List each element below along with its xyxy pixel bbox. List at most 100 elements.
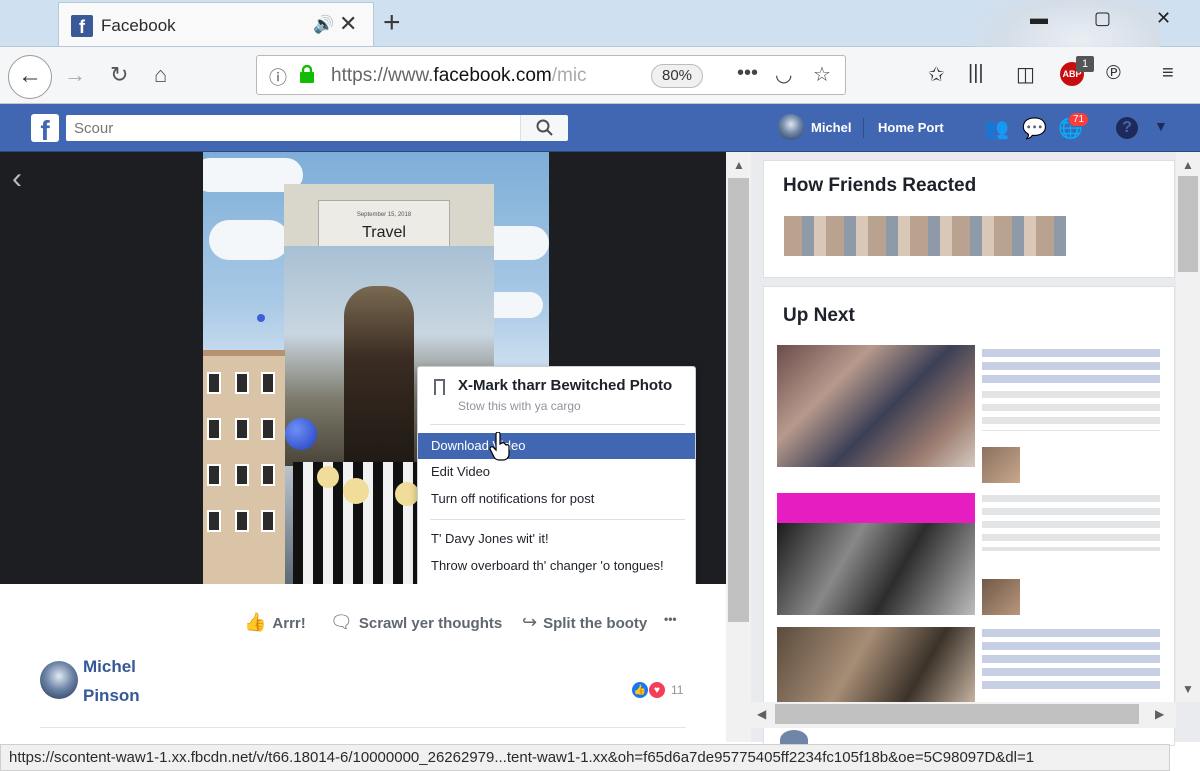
sidebar-icon[interactable]: ◫ [1016,62,1035,87]
delete-item[interactable]: T' Davy Jones wit' it! [418,526,695,552]
home-link[interactable]: Home Port [878,120,944,135]
window [261,418,275,440]
zoom-level-button[interactable]: 80% [651,64,703,88]
scrollbar-thumb[interactable] [728,178,749,622]
yellow-light [343,478,369,504]
scroll-up-arrow-icon[interactable]: ▲ [1182,158,1194,172]
cloud [209,220,289,260]
love-reaction-icon[interactable]: ♥ [648,681,666,699]
maximize-icon[interactable]: ▢ [1094,8,1111,29]
yellow-light [317,466,339,488]
up-next-thumbnail[interactable] [777,523,975,615]
facebook-header: f [0,104,1200,152]
share-button[interactable]: ↪ Split the booty [522,612,647,633]
search-input[interactable] [66,115,520,141]
post-divider [40,727,686,728]
bookmarks-toolbar-icon[interactable]: ✩ [928,62,945,87]
up-next-card: Up Next [763,286,1175,746]
author-name-first[interactable]: Michel [83,657,136,677]
library-icon[interactable]: ||| [968,62,984,85]
back-button[interactable]: ← [8,55,52,99]
more-options-button[interactable]: ••• [664,612,677,626]
horizontal-scrollbar[interactable]: ◀ ▶ [751,702,1176,728]
adblock-count-badge: 1 [1076,56,1094,72]
up-next-thumbnail-banner[interactable] [777,493,975,523]
scroll-up-arrow-icon[interactable]: ▲ [733,158,745,172]
window [261,510,275,532]
reaction-count[interactable]: 11 [671,683,683,697]
reacted-friends-avatars[interactable] [784,216,1066,256]
page-actions-icon[interactable]: ••• [737,62,758,85]
speaker-icon[interactable]: 🔊 [313,15,334,35]
friend-requests-icon[interactable]: 👥 [984,116,1009,141]
up-next-title-blurred[interactable] [982,349,1160,383]
account-menu-chevron-down-icon[interactable]: ▼ [1154,118,1168,134]
previous-photo-chevron-left-icon[interactable]: ‹ [12,162,22,196]
friends-reacted-card: How Friends Reacted [763,160,1175,278]
facebook-favicon-icon: f [71,15,93,37]
bookmark-star-icon[interactable]: ☆ [813,62,831,87]
menu-divider [430,424,685,425]
translation-toggle-item[interactable]: Throw overboard th' changer 'o tongues! [418,553,695,579]
menu-hamburger-icon[interactable]: ≡ [1162,62,1174,85]
window [235,510,249,532]
up-next-title: Up Next [783,305,855,326]
right-sidebar: How Friends Reacted Up Next [751,152,1200,746]
friends-reacted-title: How Friends Reacted [783,175,977,196]
window [261,464,275,486]
scroll-right-arrow-icon[interactable]: ▶ [1155,707,1164,721]
left-vertical-scrollbar[interactable]: ▲ [726,152,751,742]
url-text: https://www.facebook.com/mic [331,65,587,86]
save-photo-item[interactable]: X-Mark tharr Bewitched Photo [458,377,672,394]
scroll-left-arrow-icon[interactable]: ◀ [757,707,766,721]
profile-link[interactable]: Michel [811,120,851,135]
share-arrow-icon: ↪ [522,612,538,632]
search-button[interactable] [520,115,568,141]
pinterest-icon[interactable]: ℗ [1106,62,1121,85]
scrollbar-thumb[interactable] [775,704,1139,724]
window [235,372,249,394]
scrollbar-thumb[interactable] [1178,176,1198,272]
window-close-icon[interactable]: ✕ [1156,8,1171,29]
comment-button[interactable]: 🗨 Scrawl yer thoughts [330,612,502,633]
like-reaction-icon[interactable]: 👍 [631,681,649,699]
like-button[interactable]: 👍 Arrr! [244,612,306,633]
home-button[interactable]: ⌂ [154,62,167,88]
turn-off-notifications-item[interactable]: Turn off notifications for post [418,486,695,512]
hand-cursor-icon [489,432,510,461]
tab-facebook[interactable]: f Facebook 🔊 ✕ [58,2,374,46]
author-avatar[interactable] [40,661,78,699]
post-options-menu: X-Mark tharr Bewitched Photo Stow this w… [417,366,696,606]
site-info-icon[interactable]: ⓘ [269,64,287,90]
bookmark-icon [434,379,445,395]
up-next-thumbnail[interactable] [777,345,975,467]
right-vertical-scrollbar[interactable]: ▲ ▼ [1176,152,1200,702]
facebook-logo-icon[interactable]: f [31,114,59,142]
messenger-icon[interactable]: 💬 [1022,116,1047,141]
up-next-thumbnail[interactable] [777,627,975,707]
forward-button[interactable]: → [64,62,86,88]
user-avatar[interactable] [778,114,804,140]
minimize-icon[interactable]: ▬ [1030,8,1048,29]
pocket-icon[interactable]: ◡ [775,62,792,87]
up-next-avatar[interactable] [982,447,1020,483]
window [207,510,221,532]
author-name-last[interactable]: Pinson [83,686,140,706]
scroll-down-arrow-icon[interactable]: ▼ [1182,682,1194,696]
yellow-light [395,482,419,506]
up-next-meta-blurred [982,391,1160,431]
reload-button[interactable]: ↻ [110,62,128,88]
address-bar[interactable]: ⓘ https://www.facebook.com/mic 80% ••• ◡… [256,55,846,95]
up-next-avatar[interactable] [982,579,1020,615]
new-tab-button[interactable]: + [383,6,401,40]
search-icon [536,119,553,136]
tab-title: Facebook [101,16,176,35]
up-next-title-blurred[interactable] [982,495,1160,551]
window [235,464,249,486]
download-video-item[interactable]: Download Video [418,433,695,459]
up-next-title-blurred[interactable] [982,629,1160,689]
edit-video-item[interactable]: Edit Video [418,459,695,485]
close-tab-icon[interactable]: ✕ [339,11,357,37]
quick-help-icon[interactable]: ? [1116,117,1138,139]
secure-lock-icon [300,65,314,83]
